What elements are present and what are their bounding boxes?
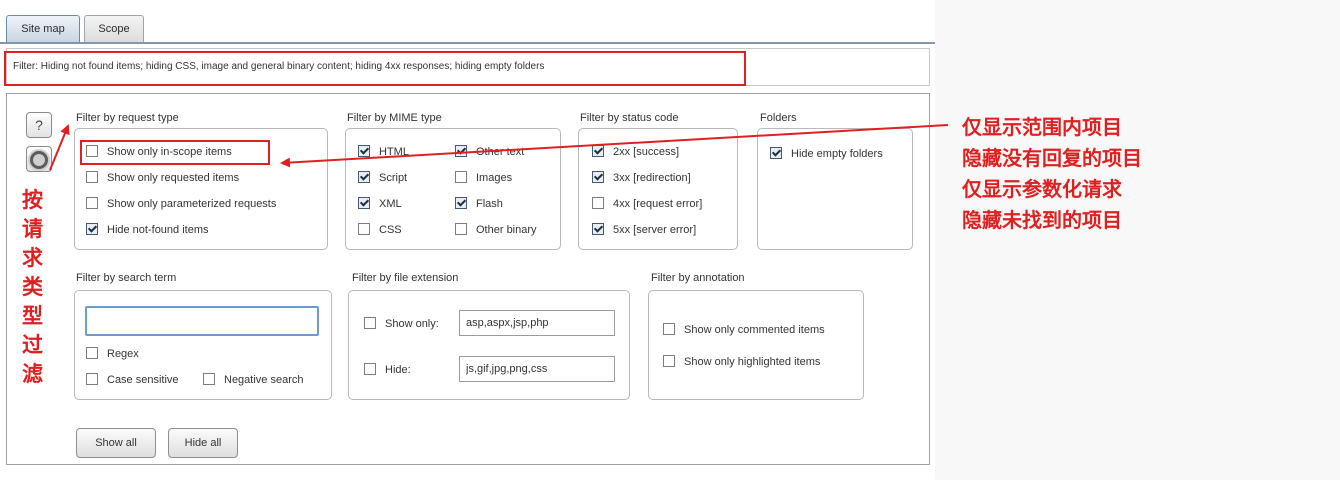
arrow-to-request-type-group — [49, 124, 70, 171]
annotation-arrows — [49, 124, 949, 171]
arrow-to-in-scope-option — [280, 124, 949, 168]
